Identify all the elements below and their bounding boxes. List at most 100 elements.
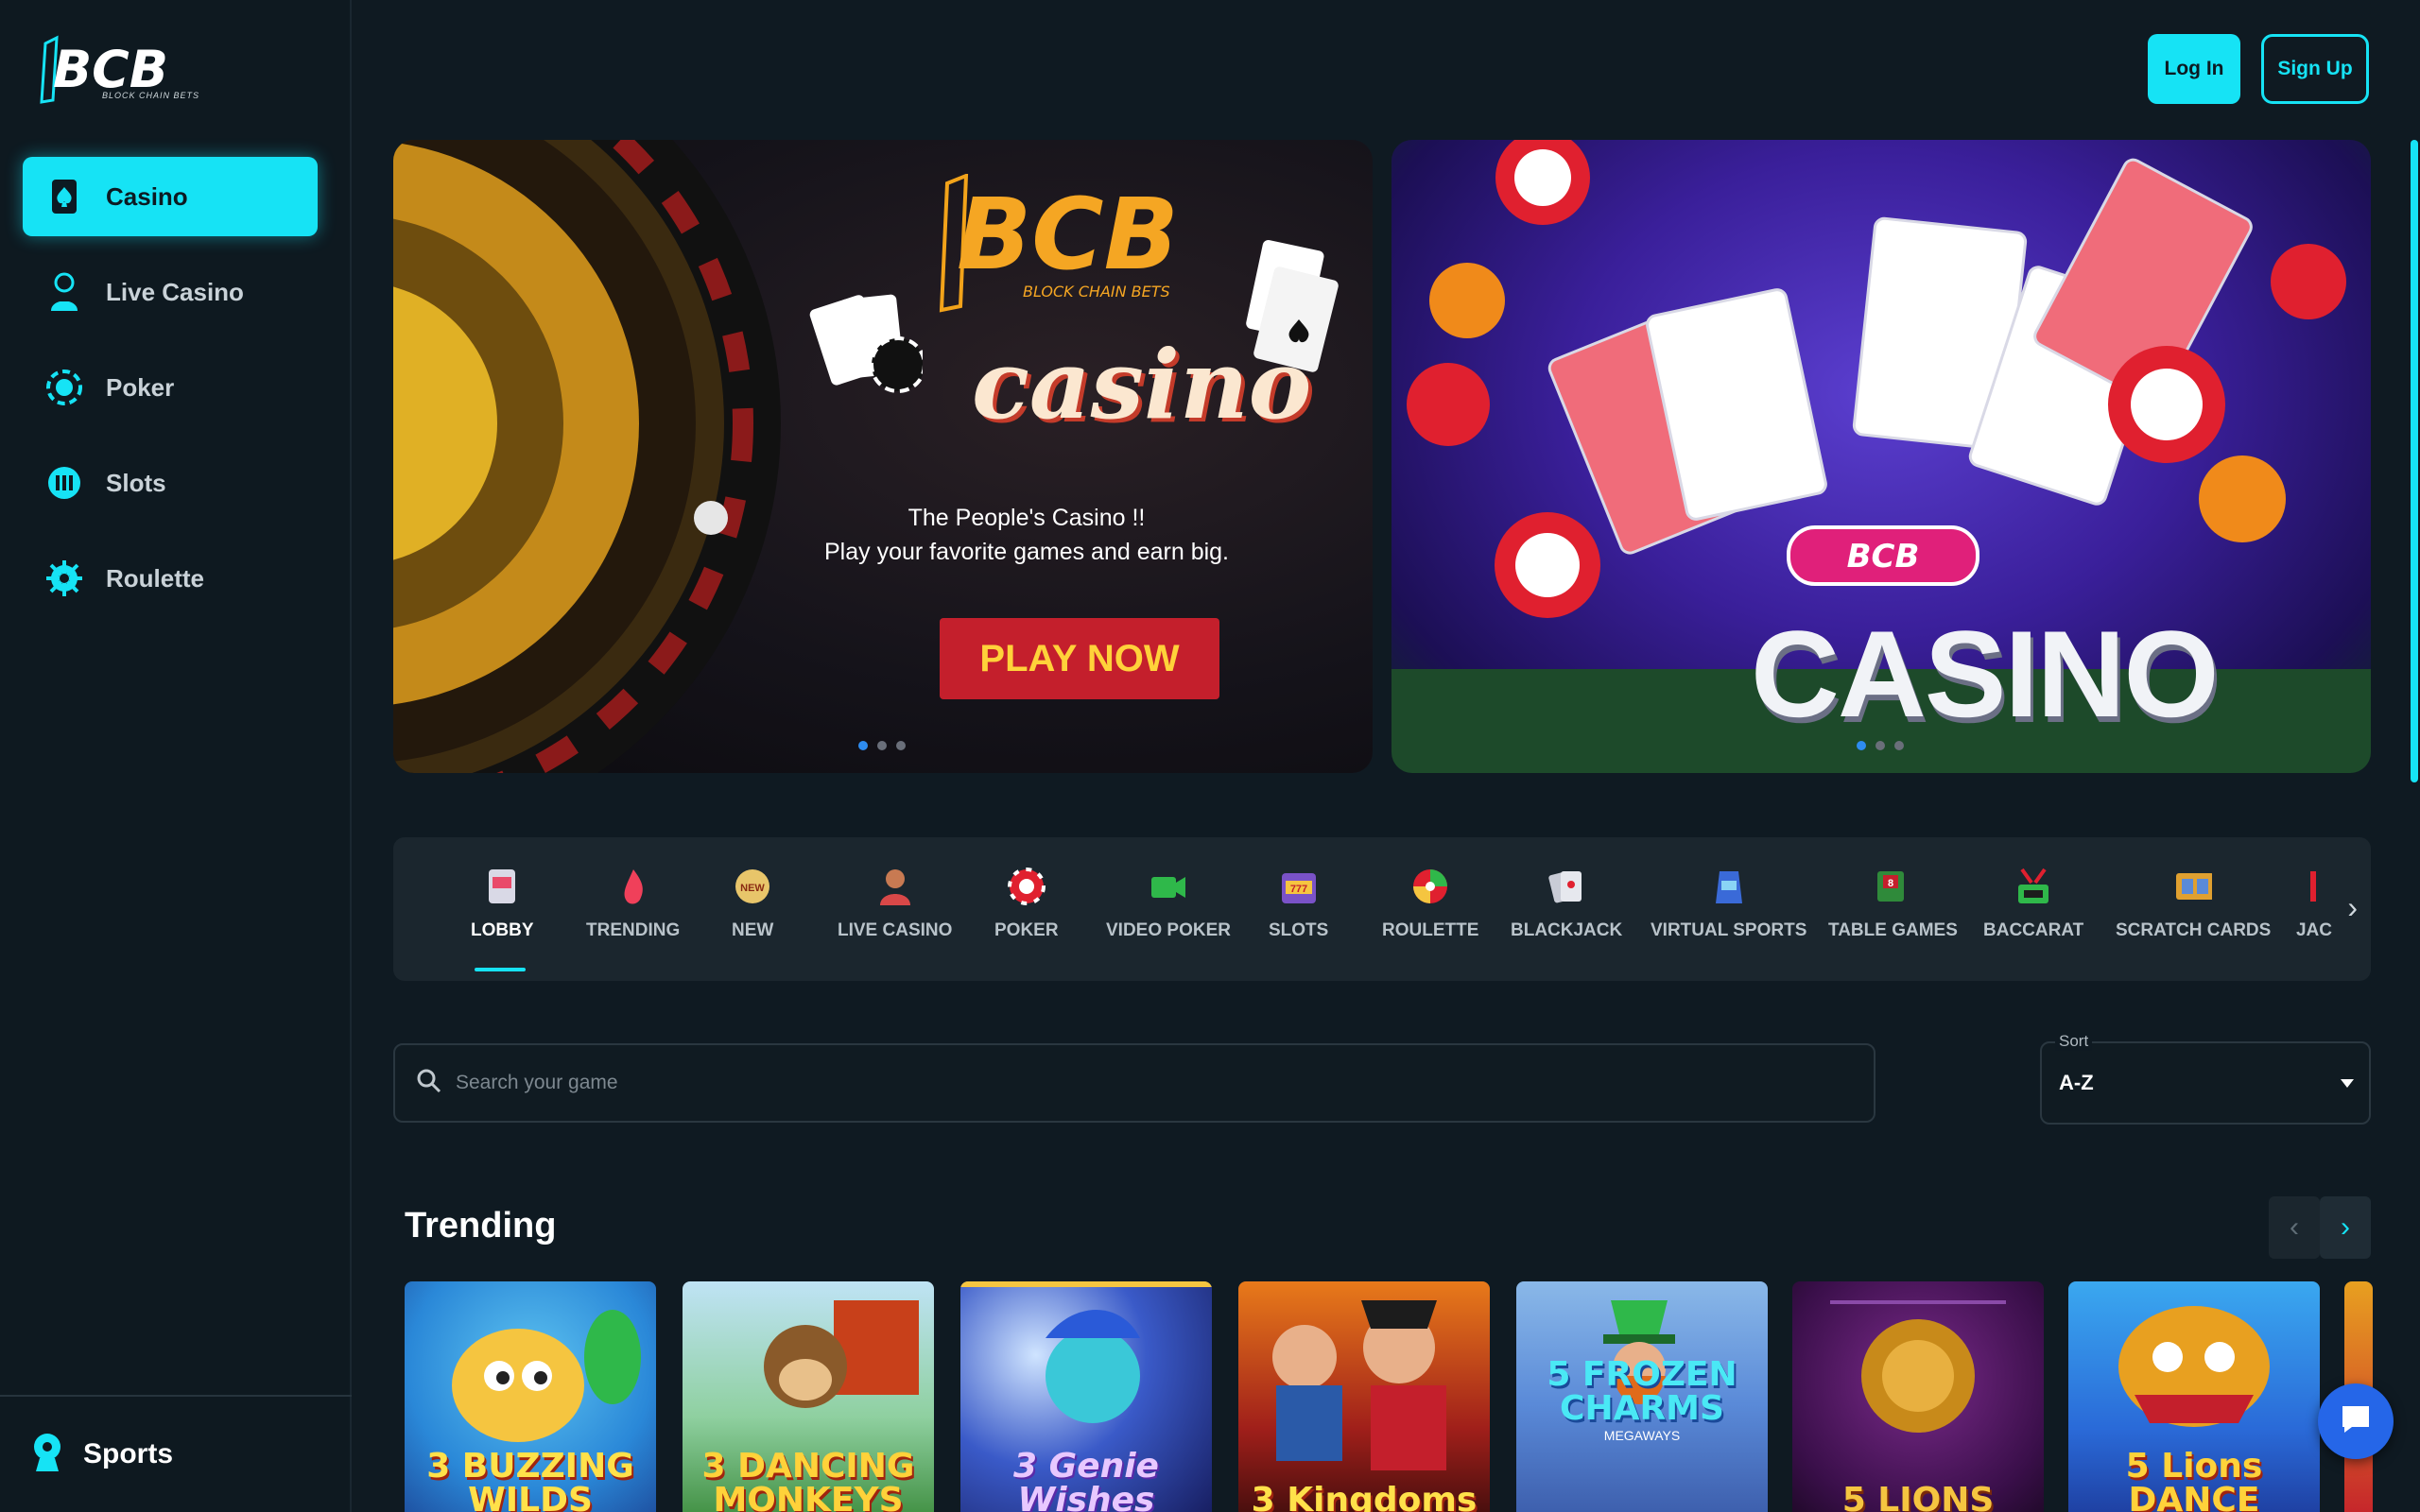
carousel-dot[interactable] — [1894, 741, 1904, 750]
slot-machine-icon — [45, 464, 83, 502]
game-subtitle: MEGAWAYS — [1603, 1428, 1681, 1443]
sidebar-item-casino[interactable]: Casino — [23, 157, 318, 236]
game-tile[interactable]: 3 BUZZING WILDS — [405, 1281, 656, 1512]
chat-bubble-icon — [2337, 1400, 2375, 1443]
tab-slots[interactable]: 777 SLOTS — [1269, 866, 1328, 941]
carousel-dot[interactable] — [1857, 741, 1866, 750]
carousel-dots — [1857, 741, 1904, 750]
svg-text:BLOCK CHAIN BETS: BLOCK CHAIN BETS — [1023, 283, 1170, 301]
sidebar-item-slots[interactable]: Slots — [23, 443, 318, 523]
banner-line-2: Play your favorite games and earn big. — [823, 539, 1229, 565]
promo-banner-casino-cards[interactable]: BCB CASINO — [1392, 140, 2371, 773]
sidebar-item-live-casino[interactable]: Live Casino — [23, 252, 318, 332]
sports-label: Sports — [83, 1438, 174, 1469]
brand-tagline: BLOCK CHAIN BETS — [102, 91, 200, 100]
signup-button[interactable]: Sign Up — [2261, 34, 2369, 104]
game-tile[interactable]: 3 Kingdoms — [1238, 1281, 1490, 1512]
tab-virtual-sports[interactable]: VIRTUAL SPORTS — [1651, 866, 1806, 941]
banner-line-1: The People's Casino !! — [908, 505, 1146, 531]
tab-new[interactable]: NEW NEW — [732, 866, 773, 941]
roulette-wheel-icon — [45, 559, 83, 597]
svg-text:BCB: BCB — [957, 177, 1174, 292]
tab-video-poker[interactable]: VIDEO POKER — [1106, 866, 1231, 941]
sort-select[interactable]: A-Z — [2040, 1041, 2371, 1125]
flame-icon — [614, 866, 652, 907]
search-input[interactable] — [456, 1072, 1779, 1094]
spade-cards-art — [1246, 239, 1339, 372]
game-tile[interactable]: 3 DANCING MONKEYS — [683, 1281, 934, 1512]
page-scrollbar[interactable] — [2411, 140, 2418, 782]
lion-statue-art — [1830, 1300, 2006, 1433]
game-tile[interactable]: 5 Lions DANCE — [2068, 1281, 2320, 1512]
sort-value: A-Z — [2059, 1071, 2094, 1094]
tab-trending[interactable]: TRENDING — [586, 866, 680, 941]
sort-label: Sort — [2055, 1032, 2093, 1051]
carousel-dot[interactable] — [896, 741, 906, 750]
sidebar-item-poker[interactable]: Poker — [23, 348, 318, 427]
scratch-card-icon — [2174, 866, 2213, 907]
svg-text:BCB: BCB — [1847, 538, 1920, 576]
cards-art — [809, 294, 923, 393]
game-tile[interactable]: 3 Genie Wishes — [960, 1281, 1212, 1512]
roulette-wheel-icon — [1411, 866, 1449, 907]
game-title: 5 LIONS — [1841, 1481, 1995, 1512]
spade-card-icon — [45, 178, 83, 215]
carousel-dots — [858, 741, 906, 750]
active-tab-indicator — [475, 968, 526, 971]
poker-chip-icon — [45, 369, 83, 406]
section-title-trending: Trending — [405, 1206, 557, 1246]
poker-chip-icon — [1007, 866, 1046, 907]
play-now-button[interactable]: PLAY NOW — [940, 618, 1219, 699]
tab-scratch-cards[interactable]: SCRATCH CARDS — [2116, 866, 2271, 941]
tab-poker[interactable]: POKER — [994, 866, 1059, 941]
game-title: 3 Genie Wishes — [1013, 1447, 1159, 1512]
dealer-icon — [45, 272, 83, 311]
sidebar-item-sports[interactable]: Sports — [0, 1395, 352, 1512]
carousel-dot[interactable] — [1876, 741, 1885, 750]
game-tile[interactable]: 5 LIONS — [1792, 1281, 2044, 1512]
sidebar-item-roulette[interactable]: Roulette — [23, 539, 318, 618]
jackpot-icon — [2295, 866, 2333, 907]
tab-jackpot[interactable]: JAC — [2295, 866, 2333, 941]
game-search[interactable] — [393, 1043, 1876, 1123]
tab-roulette[interactable]: ROULETTE — [1382, 866, 1478, 941]
game-tile[interactable]: 5 FROZEN CHARMS MEGAWAYS — [1516, 1281, 1768, 1512]
carousel-dot[interactable] — [877, 741, 887, 750]
login-button[interactable]: Log In — [2148, 34, 2240, 104]
cards-icon — [1547, 866, 1585, 907]
new-badge-icon: NEW — [734, 866, 771, 907]
bcb-brand-logo: BCB BLOCK CHAIN BETS — [939, 174, 1174, 313]
game-title: 3 BUZZING WILDS — [426, 1447, 634, 1512]
category-bar: LOBBY TRENDING NEW NEW LIVE CASINO POKER… — [393, 837, 2371, 981]
promo-banner-casino[interactable]: BCB BLOCK CHAIN BETS casino The People's… — [393, 140, 1373, 773]
slot-machine-icon — [483, 866, 521, 907]
baccarat-icon — [2014, 866, 2052, 907]
tab-table-games[interactable]: 8 TABLE GAMES — [1828, 866, 1958, 941]
trending-next-button[interactable]: › — [2320, 1196, 2371, 1259]
trending-prev-button[interactable]: ‹ — [2269, 1196, 2320, 1259]
table-game-icon: 8 — [1874, 866, 1911, 907]
sidebar-nav: Casino Live Casino Poker Slots Roulette — [23, 157, 318, 634]
chevron-right-icon[interactable]: › — [2347, 890, 2358, 925]
sidebar-item-label: Casino — [106, 181, 188, 211]
sidebar: BCB BLOCK CHAIN BETS Casino Live Casino … — [0, 0, 352, 1512]
sidebar-item-label: Poker — [106, 372, 175, 402]
gamepad-icon — [1710, 866, 1748, 907]
carousel-dot[interactable] — [858, 741, 868, 750]
live-chat-button[interactable] — [2318, 1383, 2394, 1459]
roulette-wheel-art — [393, 140, 781, 773]
svg-text:777: 777 — [1289, 884, 1306, 895]
casino-title: CASINO — [1751, 605, 2220, 743]
tab-live-casino[interactable]: LIVE CASINO — [838, 866, 952, 941]
sidebar-item-label: Roulette — [106, 563, 204, 593]
video-camera-icon — [1150, 866, 1187, 907]
tab-lobby[interactable]: LOBBY — [471, 866, 534, 941]
game-title: 3 Kingdoms — [1251, 1481, 1478, 1512]
tab-baccarat[interactable]: BACCARAT — [1983, 866, 2083, 941]
tab-blackjack[interactable]: BLACKJACK — [1511, 866, 1622, 941]
search-icon — [416, 1068, 442, 1099]
sidebar-item-label: Live Casino — [106, 277, 244, 306]
svg-text:8: 8 — [1888, 878, 1893, 889]
dealer-icon — [876, 866, 914, 907]
game-title: 5 FROZEN CHARMS — [1547, 1355, 1737, 1428]
